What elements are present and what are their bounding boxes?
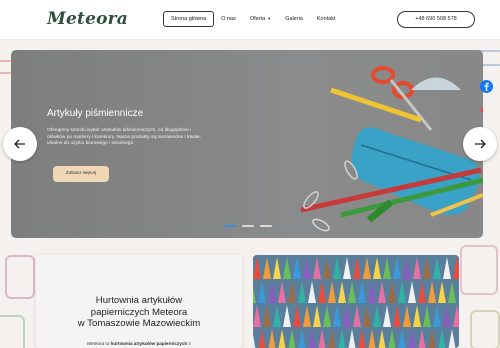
slider-prev-button[interactable] <box>3 127 37 161</box>
intro-card: Hurtownia artykułów papierniczych Meteor… <box>36 255 242 348</box>
nav-home[interactable]: Strona główna <box>163 11 215 27</box>
slider-next-button[interactable] <box>463 127 497 161</box>
paperclip-decoration <box>470 310 500 348</box>
paperclip-decoration <box>460 245 498 295</box>
slider-dot[interactable] <box>242 225 254 227</box>
intro-text-prefix: Meteora to <box>87 341 111 346</box>
slider-dot[interactable] <box>224 225 236 227</box>
site-header: Meteora Strona główna O nas Oferta ▼ Gale… <box>0 0 500 40</box>
facebook-glyph-icon <box>484 82 489 91</box>
pencils-image <box>253 255 459 348</box>
arrow-right-icon <box>475 139 486 149</box>
facebook-icon[interactable] <box>480 80 493 93</box>
hero-slider: Artykuły piśmiennicze Oferujemy szeroki … <box>11 50 483 238</box>
chevron-down-icon: ▼ <box>267 16 272 21</box>
paperclip-decoration <box>0 315 25 348</box>
slider-dots <box>224 225 272 227</box>
nav-contact[interactable]: Kontakt <box>310 11 343 27</box>
intro-title-line: Hurtownia artykułów <box>95 295 183 306</box>
phone-button[interactable]: +48 690 508 578 <box>397 11 475 28</box>
intro-text-bold: hurtownia artykułów papierniczych <box>110 341 188 346</box>
intro-text-suffix: z <box>187 341 191 346</box>
see-more-button[interactable]: Zobacz więcej <box>53 166 109 182</box>
hero-title: Artykuły piśmiennicze <box>47 108 144 119</box>
nav-gallery[interactable]: Galeria <box>278 11 310 27</box>
hero-description: Oferujemy szeroki wybór artykułów piśmie… <box>47 128 202 147</box>
main-nav: Strona główna O nas Oferta ▼ Galeria Kont… <box>163 11 343 27</box>
nav-about[interactable]: O nas <box>214 11 243 27</box>
nav-offer-label: Oferta <box>249 16 266 22</box>
intro-title-line: papierniczych Meteora <box>90 306 188 318</box>
logo[interactable]: Meteora <box>47 9 128 29</box>
intro-text: Meteora to hurtownia artykułów papiernic… <box>36 341 242 346</box>
colored-pencils-photo <box>253 255 459 348</box>
paperclip-decoration <box>5 255 35 299</box>
arrow-left-icon <box>14 139 25 149</box>
slider-dot[interactable] <box>260 225 272 227</box>
intro-title-line: w Tomaszowie Mazowieckim <box>77 318 201 329</box>
nav-offer[interactable]: Oferta ▼ <box>243 11 278 27</box>
intro-title: Hurtownia artykułów papierniczych Meteor… <box>36 295 242 330</box>
